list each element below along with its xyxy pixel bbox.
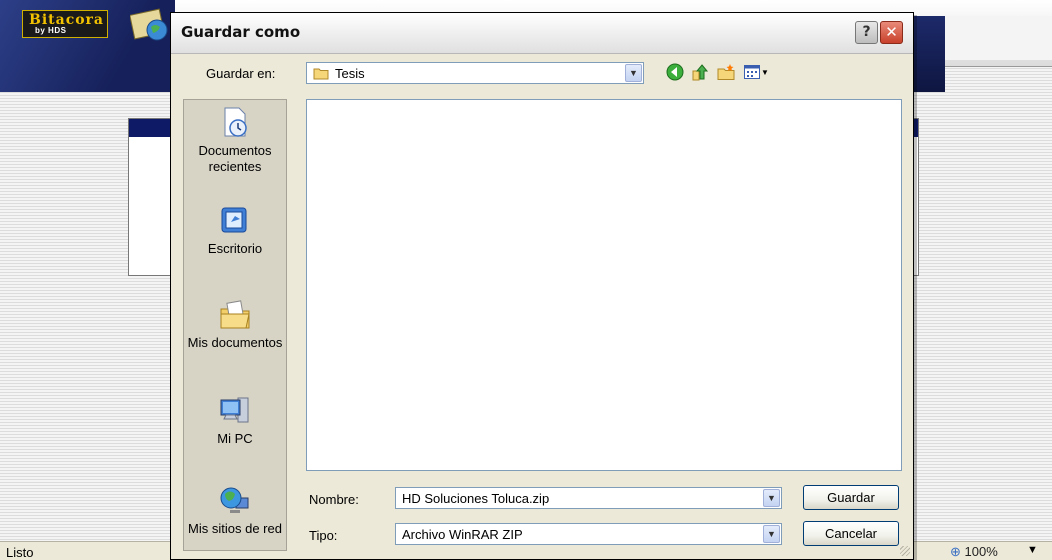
logo-subtitle: by HDS: [35, 26, 67, 35]
views-dropdown-arrow-icon[interactable]: ▼: [761, 63, 769, 83]
folder-icon: [313, 68, 329, 80]
places-bar: Documentos recientes Escritorio Mis docu…: [183, 99, 287, 551]
chevron-down-icon[interactable]: ▼: [763, 525, 780, 543]
zoom-dropdown-arrow-icon[interactable]: ▼: [1027, 544, 1038, 556]
zoom-control[interactable]: ⊕ 100%: [950, 544, 998, 560]
network-places-icon: [220, 487, 249, 513]
new-folder-icon[interactable]: [716, 63, 736, 83]
header-stripe: [945, 16, 1052, 60]
up-folder-icon[interactable]: [690, 63, 710, 83]
desktop-icon: [221, 207, 247, 233]
place-label: Mis sitios de red: [188, 521, 282, 536]
dialog-title: Guardar como: [181, 23, 301, 41]
save-in-dropdown[interactable]: Tesis ▼: [306, 62, 644, 84]
place-label: Mis documentos: [187, 335, 283, 350]
file-list[interactable]: [306, 99, 902, 471]
place-network[interactable]: Mis sitios de red: [184, 484, 286, 537]
help-button[interactable]: ?: [855, 21, 878, 44]
dialog-titlebar[interactable]: Guardar como ? ✕: [171, 13, 913, 54]
globe-map-icon: [130, 8, 168, 41]
place-desktop[interactable]: Escritorio: [184, 204, 286, 257]
file-type-select[interactable]: Archivo WinRAR ZIP ▼: [395, 523, 782, 545]
place-label: Escritorio: [207, 241, 263, 256]
app-logo: Bitacora by HDS: [22, 10, 108, 38]
place-label: Documentos recientes: [198, 143, 272, 174]
recent-documents-icon: [224, 107, 247, 137]
place-my-documents[interactable]: Mis documentos: [184, 298, 286, 351]
file-name-field[interactable]: HD Soluciones Toluca.zip ▼: [395, 487, 782, 509]
chevron-down-icon[interactable]: ▼: [763, 489, 780, 507]
close-button[interactable]: ✕: [880, 21, 903, 44]
resize-grip-icon[interactable]: [900, 546, 910, 556]
chevron-down-icon[interactable]: ▼: [625, 64, 642, 82]
cancel-button[interactable]: Cancelar: [803, 521, 899, 546]
file-type-label: Tipo:: [309, 528, 338, 543]
status-text: Listo: [6, 545, 34, 560]
my-computer-icon: [220, 397, 249, 423]
zoom-level: 100%: [964, 544, 998, 559]
save-button[interactable]: Guardar: [803, 485, 899, 510]
save-in-value: Tesis: [335, 66, 365, 81]
file-name-value: HD Soluciones Toluca.zip: [402, 491, 550, 506]
place-label: Mi PC: [217, 431, 253, 446]
place-my-computer[interactable]: Mi PC: [184, 394, 286, 447]
file-name-label: Nombre:: [309, 492, 359, 507]
file-type-value: Archivo WinRAR ZIP: [402, 527, 523, 542]
views-menu-icon[interactable]: [742, 63, 762, 83]
place-recent-documents[interactable]: Documentos recientes: [184, 106, 286, 175]
zoom-icon: ⊕: [950, 544, 961, 559]
save-in-label: Guardar en:: [206, 66, 276, 81]
my-documents-icon: [220, 300, 250, 329]
save-as-dialog: Guardar como ? ✕ Guardar en: Tesis ▼ ▼ D…: [170, 12, 914, 560]
back-icon[interactable]: [665, 63, 685, 83]
